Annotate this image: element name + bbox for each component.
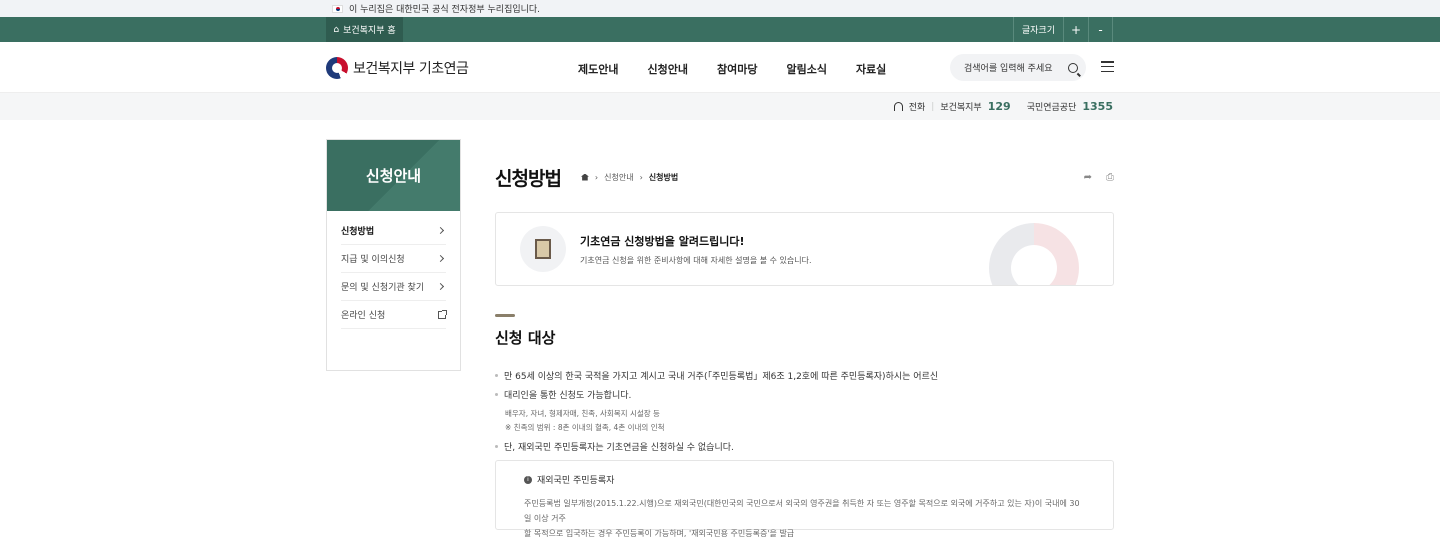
eligibility-list: 만 65세 이상의 한국 국적을 가지고 계시고 국내 거주(「주민등록법」제6… — [495, 366, 1114, 456]
section-divider — [495, 314, 515, 317]
contact-bar: 전화 | 보건복지부 129 국민연금공단 1355 — [0, 93, 1440, 120]
notice-subtitle: 기초연금 신청을 위한 준비사항에 대해 자세한 설명을 볼 수 있습니다. — [580, 255, 812, 265]
headset-icon — [893, 102, 903, 111]
font-size-label: 글자크기 — [1012, 17, 1063, 42]
info-box-line: 할 목적으로 입국하는 경우 주민등록이 가능하며, '재외국민용 주민등록증'… — [524, 529, 795, 538]
side-item-label: 온라인 신청 — [341, 311, 386, 321]
notice-title: 기초연금 신청방법을 알려드립니다! — [580, 234, 745, 248]
search-placeholder: 검색어를 입력해 주세요 — [964, 64, 1053, 74]
main-nav: 제도안내 신청안내 참여마당 알림소식 자료실 — [578, 61, 886, 77]
notice-banner: 기초연금 신청방법을 알려드립니다! 기초연금 신청을 위한 준비사항에 대해 … — [495, 212, 1114, 286]
section-title: 신청 대상 — [495, 329, 556, 347]
search-icon[interactable] — [1068, 62, 1078, 73]
mohw-home-label: 보건복지부 홈 — [343, 26, 396, 36]
share-icon[interactable]: ➦ — [1084, 172, 1092, 183]
application-form-icon — [520, 226, 566, 272]
info-box-line: 주민등록법 일부개정(2015.1.22.시행)으로 재외국민(대한민국의 국민… — [524, 499, 1080, 523]
font-increase-button[interactable]: + — [1063, 17, 1088, 42]
menu-icon[interactable] — [1101, 61, 1114, 72]
side-item-online[interactable]: 온라인 신청 — [341, 301, 447, 329]
nav-item-news[interactable]: 알림소식 — [786, 61, 826, 77]
print-icon[interactable]: ⎙ — [1106, 172, 1114, 183]
side-item-label: 신청방법 — [341, 227, 375, 237]
sub-note-line: 배우자, 자녀, 형제자매, 친족, 사회복지 시설장 등 — [505, 409, 660, 418]
side-item-label: 지급 및 이의신청 — [341, 255, 405, 265]
breadcrumb-item[interactable]: 신청안내 — [604, 172, 633, 183]
sub-note: 배우자, 자녀, 형제자매, 친족, 사회복지 시설장 등 ※ 친족의 범위 :… — [505, 404, 1114, 437]
home-icon: ⌂ — [333, 24, 340, 35]
org2-label: 국민연금공단 — [1026, 103, 1077, 113]
home-icon[interactable] — [580, 173, 589, 181]
nav-item-resources[interactable]: 자료실 — [856, 61, 886, 77]
list-item-text: 대리인을 통한 신청도 가능합니다. — [504, 391, 632, 401]
nav-item-apply[interactable]: 신청안내 — [647, 61, 687, 77]
logo-text: 보건복지부 기초연금 — [353, 61, 469, 77]
list-item-text: 단, 재외국민 주민등록자는 기초연금을 신청하실 수 없습니다. — [504, 443, 734, 453]
page-tools: ➦ ⎙ — [1084, 172, 1114, 183]
gov-banner: 이 누리집은 대한민국 공식 전자정부 누리집입니다. — [0, 0, 1440, 17]
breadcrumb-current: 신청방법 — [648, 172, 679, 182]
info-box: i 재외국민 주민등록자 주민등록법 일부개정(2015.1.22.시행)으로 … — [495, 460, 1114, 538]
decorative-logo — [989, 223, 1079, 285]
chevron-right-icon — [436, 282, 445, 291]
contact-info: 전화 | 보건복지부 129 국민연금공단 1355 — [893, 93, 1113, 120]
breadcrumb: › 신청안내 › 신청방법 — [580, 172, 679, 183]
chevron-right-icon — [436, 254, 445, 263]
mohw-home-link[interactable]: ⌂ 보건복지부 홈 — [326, 17, 403, 42]
phone-label: 전화 — [908, 103, 926, 113]
info-icon: i — [524, 475, 532, 484]
top-utility-bar: ⌂ 보건복지부 홈 글자크기 + - — [0, 17, 1440, 42]
sub-note-line: ※ 친족의 범위 : 8촌 이내의 혈족, 4촌 이내의 인척 — [505, 423, 665, 432]
font-size-control: 글자크기 + - — [1012, 17, 1113, 42]
list-item-text: 만 65세 이상의 한국 국적을 가지고 계시고 국내 거주(「주민등록법」제6… — [504, 372, 939, 382]
side-menu-title: 신청안내 — [327, 140, 460, 211]
nav-item-participate[interactable]: 참여마당 — [717, 61, 757, 77]
side-item-payment[interactable]: 지급 및 이의신청 — [341, 245, 446, 273]
chevron-right-icon — [436, 226, 445, 235]
page-title: 신청방법 — [495, 167, 562, 190]
info-box-title: 재외국민 주민등록자 — [537, 476, 615, 486]
list-item: 단, 재외국민 주민등록자는 기초연금을 신청하실 수 없습니다. — [495, 437, 1114, 456]
main-content: 신청방법 › 신청안내 › 신청방법 ➦ ⎙ 기초연금 신청방법을 알려드립니다… — [495, 160, 1114, 538]
nav-item-system[interactable]: 제도안내 — [578, 61, 618, 77]
taegeuk-logo-icon — [326, 57, 348, 79]
gov-banner-text: 이 누리집은 대한민국 공식 전자정부 누리집입니다. — [349, 5, 541, 15]
org2-number: 1355 — [1082, 100, 1113, 113]
site-logo[interactable]: 보건복지부 기초연금 — [326, 57, 469, 79]
list-item: 대리인을 통한 신청도 가능합니다. — [495, 385, 1114, 404]
external-link-icon — [438, 309, 447, 319]
side-menu: 신청안내 신청방법 지급 및 이의신청 문의 및 신청기관 찾기 온라인 신청 — [326, 139, 461, 371]
org1-number: 129 — [987, 100, 1011, 113]
side-item-inquiry[interactable]: 문의 및 신청기관 찾기 — [341, 273, 446, 301]
side-item-label: 문의 및 신청기관 찾기 — [341, 283, 425, 293]
side-item-apply-method[interactable]: 신청방법 — [341, 217, 446, 245]
korea-flag-icon — [332, 4, 343, 13]
site-header: 보건복지부 기초연금 제도안내 신청안내 참여마당 알림소식 자료실 검색어를 … — [0, 42, 1440, 93]
org1-label: 보건복지부 — [940, 103, 982, 113]
list-item: 만 65세 이상의 한국 국적을 가지고 계시고 국내 거주(「주민등록법」제6… — [495, 366, 1114, 385]
font-decrease-button[interactable]: - — [1088, 17, 1113, 42]
search-input[interactable]: 검색어를 입력해 주세요 — [950, 54, 1086, 81]
